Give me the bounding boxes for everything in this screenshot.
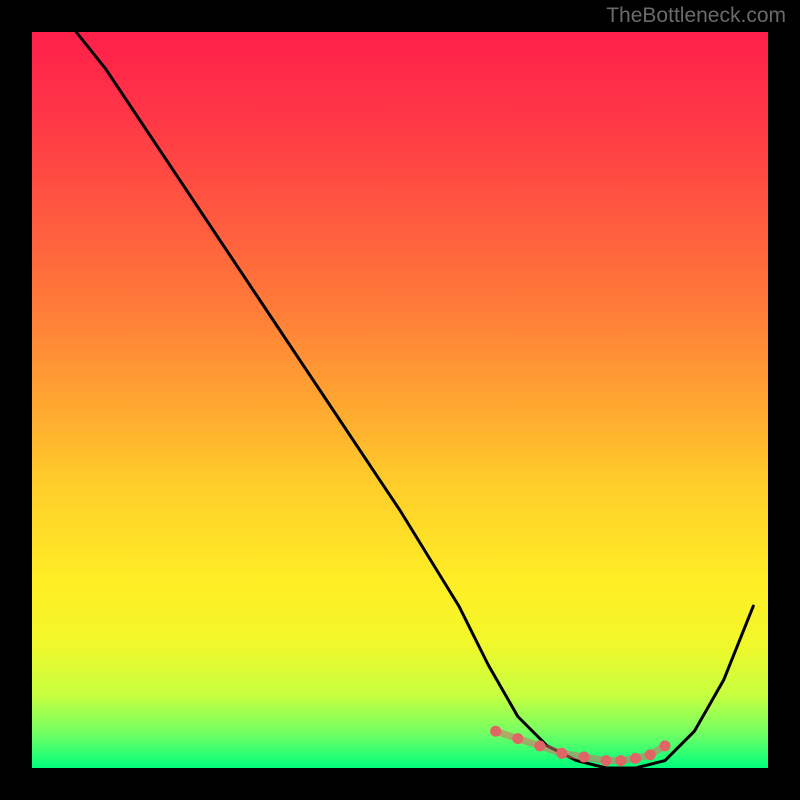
highlight-dot bbox=[660, 740, 671, 751]
chart-svg bbox=[0, 0, 800, 800]
chart-stage: TheBottleneck.com bbox=[0, 0, 800, 800]
highlight-dot bbox=[556, 748, 567, 759]
highlight-dot bbox=[615, 755, 626, 766]
attribution-label: TheBottleneck.com bbox=[606, 4, 786, 28]
highlight-dot bbox=[579, 752, 590, 763]
highlight-dot bbox=[490, 726, 501, 737]
highlight-dot bbox=[512, 733, 523, 744]
highlight-dot bbox=[601, 755, 612, 766]
highlight-dot bbox=[534, 740, 545, 751]
plot-background bbox=[32, 32, 768, 768]
highlight-dot bbox=[645, 749, 656, 760]
highlight-dot bbox=[630, 753, 641, 764]
